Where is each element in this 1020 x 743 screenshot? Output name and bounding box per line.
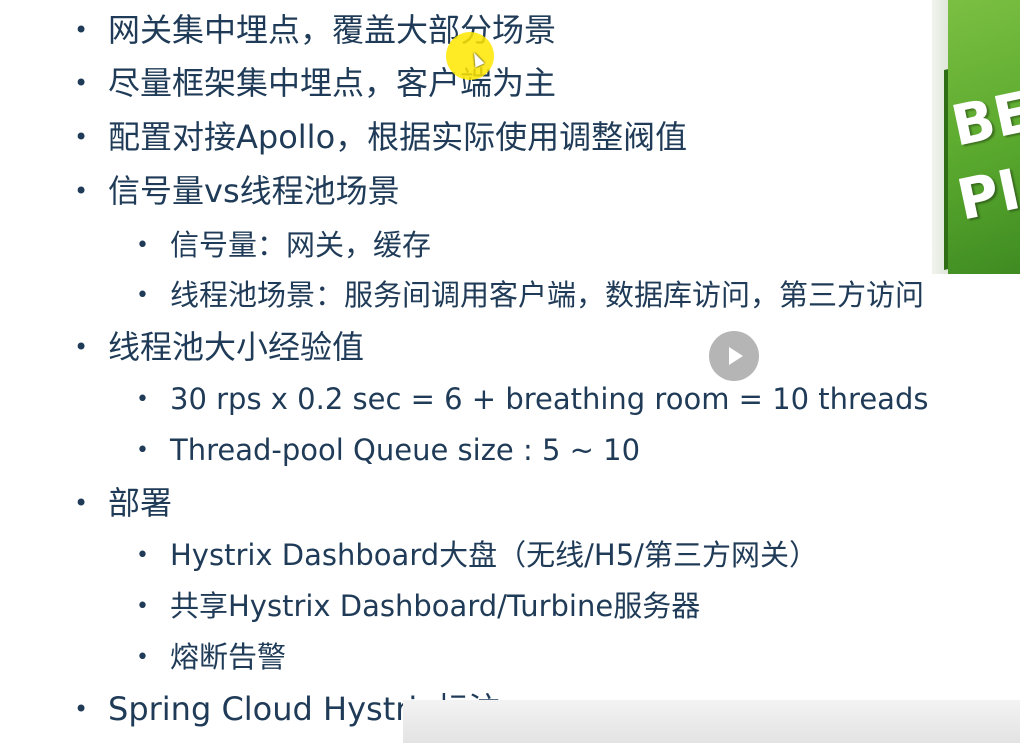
bullet-dot: • [136, 233, 149, 258]
bullet-item: • 部署 [74, 483, 172, 523]
bullet-text: 信号量vs线程池场景 [108, 172, 400, 210]
sign-text-line1: BE [946, 79, 1020, 160]
bullet-text: 配置对接Apollo，根据实际使用调整阀值 [108, 118, 688, 156]
bullet-dot: • [74, 695, 89, 723]
bullet-text: 线程池大小经验值 [108, 328, 365, 366]
bullet-dot: • [74, 123, 89, 151]
bullet-text: 部署 [108, 484, 173, 522]
bullet-text: Hystrix Dashboard大盘（无线/H5/第三方网关） [170, 538, 818, 572]
sub-bullet-item: • 熔断告警 [136, 639, 286, 676]
bullet-text: 线程池场景：服务间调用客户端，数据库访问，第三方访问 [170, 278, 925, 312]
play-icon[interactable] [709, 331, 759, 381]
bullet-dot: • [136, 438, 149, 463]
sub-bullet-item: • Hystrix Dashboard大盘（无线/H5/第三方网关） [136, 537, 818, 574]
bullet-dot: • [136, 387, 149, 412]
bullet-dot: • [74, 177, 89, 205]
bullet-dot: • [74, 489, 89, 517]
bullet-text: 共享Hystrix Dashboard/Turbine服务器 [170, 589, 701, 623]
slide-canvas: • 网关集中埋点，覆盖大部分场景 • 尽量框架集中埋点，客户端为主 • 配置对接Apo… [0, 0, 1020, 743]
sign-text-line2: PI [951, 157, 1020, 234]
player-control-bar [403, 700, 1020, 743]
bullet-dot: • [136, 594, 149, 619]
bullet-dot: • [74, 333, 89, 361]
bullet-text: 信号量：网关，缓存 [170, 228, 432, 262]
bullet-item: • 线程池大小经验值 [74, 327, 364, 367]
sub-bullet-item: • 共享Hystrix Dashboard/Turbine服务器 [136, 588, 700, 625]
sub-bullet-item: • Thread-pool Queue size : 5 ~ 10 [136, 432, 640, 469]
bullet-dot: • [74, 16, 89, 44]
bullet-dot: • [74, 69, 89, 97]
bullet-item: • 配置对接Apollo，根据实际使用调整阀值 [74, 117, 687, 157]
bullet-text: Thread-pool Queue size : 5 ~ 10 [170, 433, 641, 467]
bullet-dot: • [136, 283, 149, 308]
sub-bullet-item: • 线程池场景：服务间调用客户端，数据库访问，第三方访问 [136, 277, 924, 314]
bullet-item: • 信号量vs线程池场景 [74, 171, 400, 211]
bullet-dot: • [136, 543, 149, 568]
best-practice-sign-image: BE PI [932, 0, 1020, 274]
sub-bullet-item: • 30 rps x 0.2 sec = 6 + breathing room =… [136, 381, 928, 418]
bullet-text: 30 rps x 0.2 sec = 6 + breathing room = … [170, 382, 929, 416]
bullet-text: 熔断告警 [170, 640, 287, 674]
sub-bullet-item: • 信号量：网关，缓存 [136, 227, 431, 264]
bullet-dot: • [136, 645, 149, 670]
